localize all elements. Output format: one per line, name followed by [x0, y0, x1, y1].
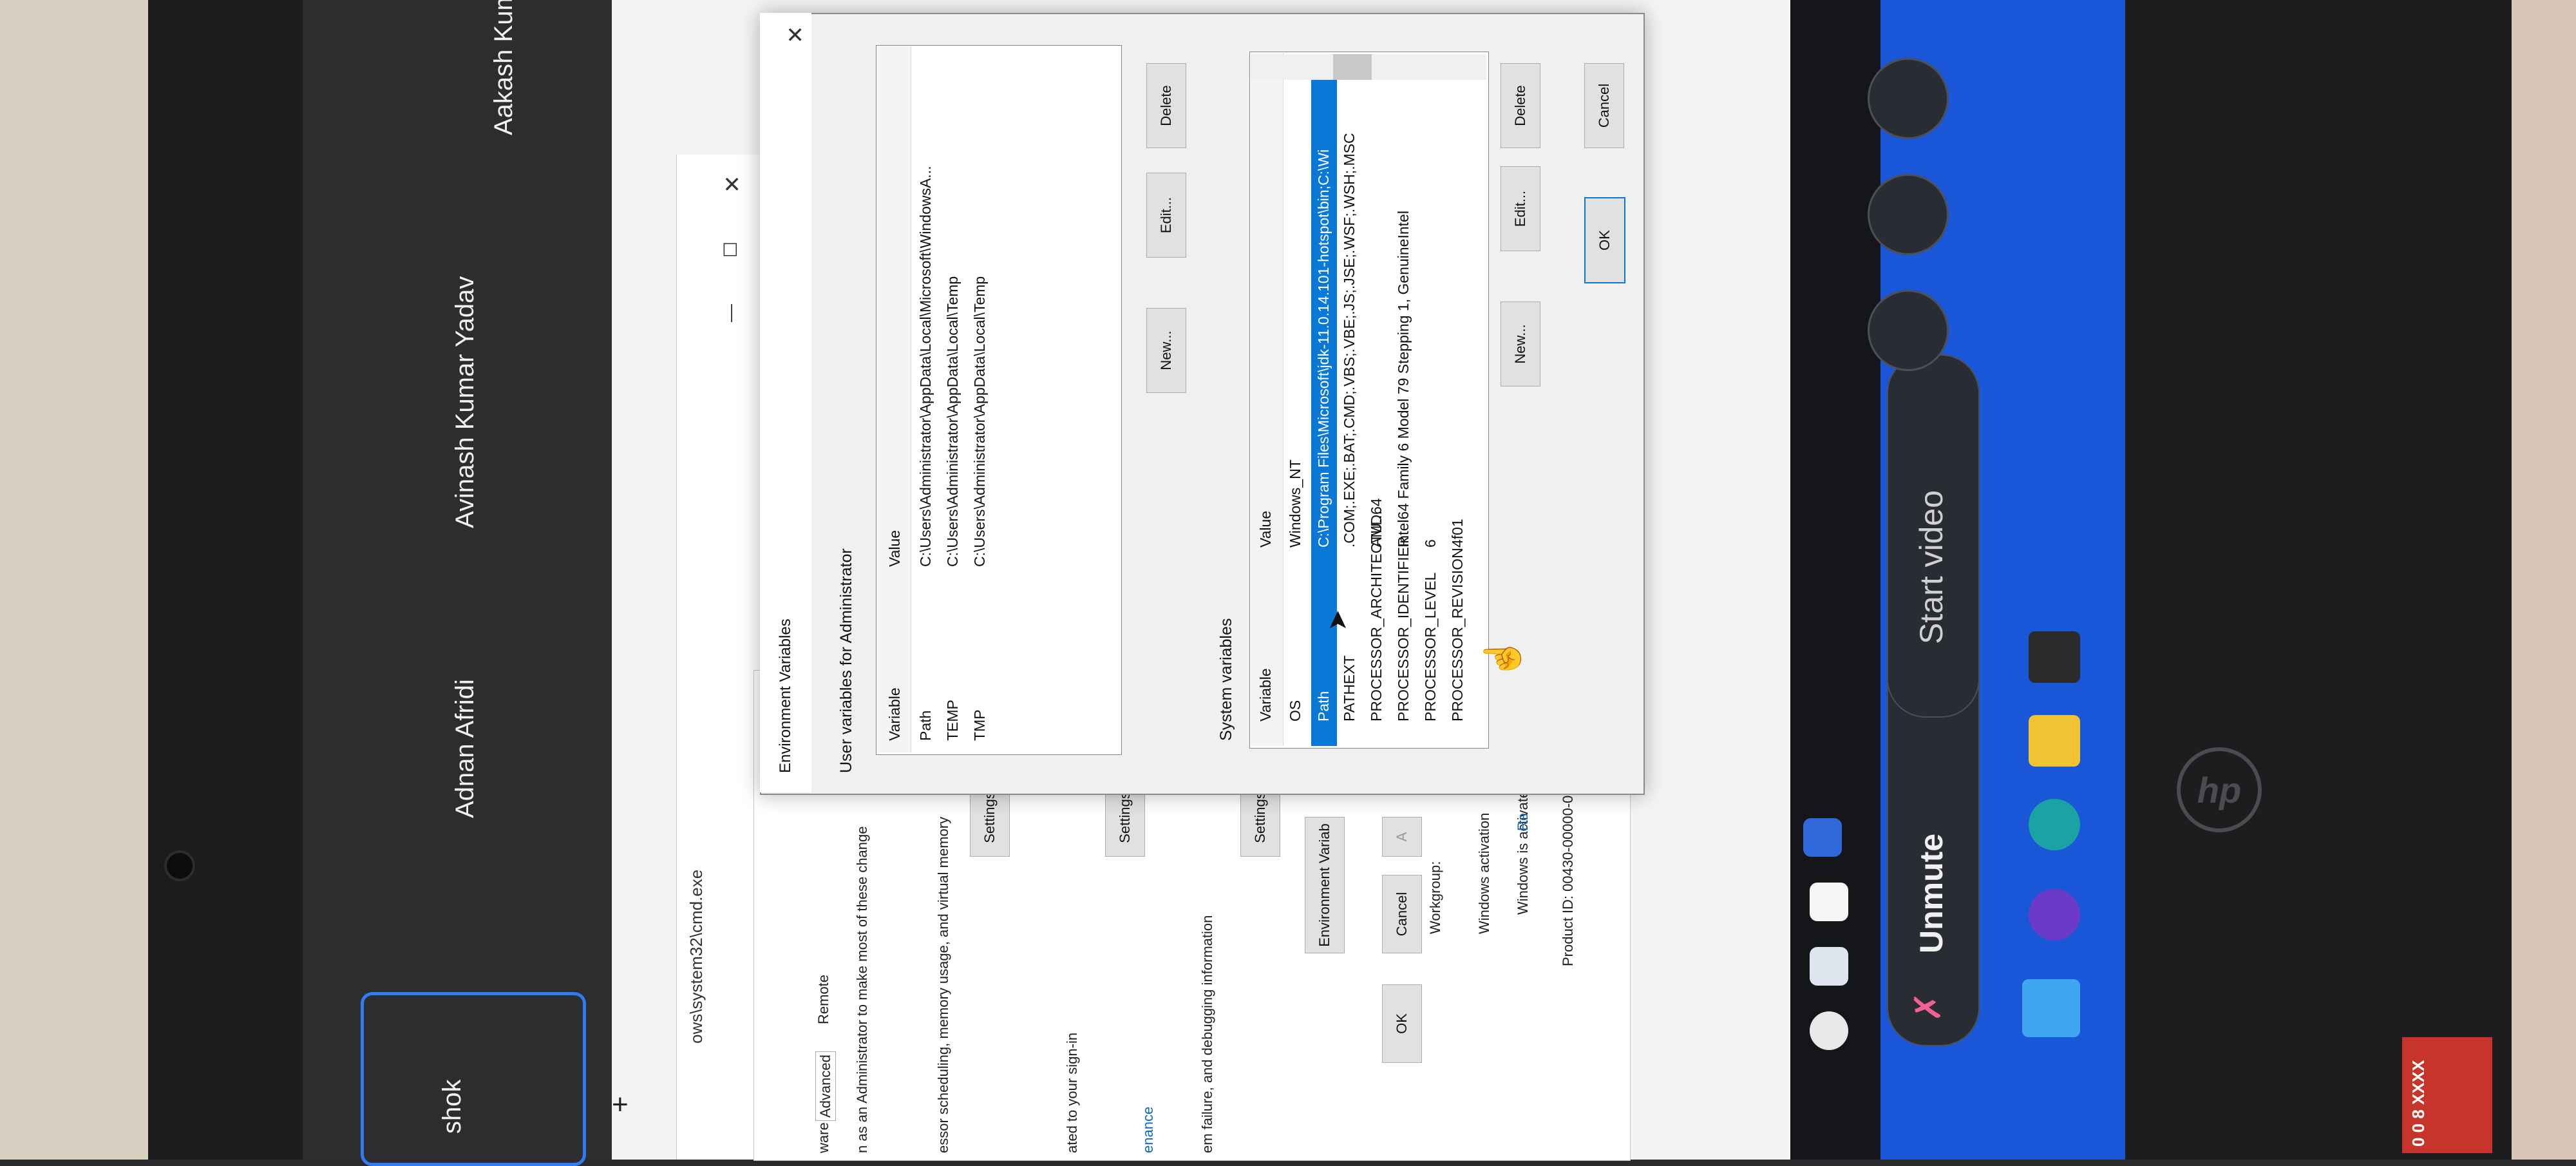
- workgroup-label: Workgroup:: [1427, 861, 1443, 934]
- close-icon[interactable]: ✕: [720, 175, 746, 194]
- user-var-name[interactable]: Path: [917, 711, 934, 741]
- desk-surface-right: [2512, 0, 2576, 1160]
- mouse-cursor-icon: ➤: [1323, 609, 1352, 631]
- user-var-value[interactable]: C:\Users\Administrator\AppData\Local\Tem…: [971, 276, 989, 567]
- user-variables-label: User variables for Administrator: [837, 548, 855, 773]
- laptop-bezel-bottom: [2125, 0, 2512, 1160]
- system-col-value[interactable]: Value: [1257, 511, 1274, 548]
- system-var-name[interactable]: PATHEXT: [1341, 655, 1358, 722]
- participant-name-2: Adnan Afridi: [451, 679, 479, 818]
- system-var-name[interactable]: PROCESSOR_IDENTIFIER: [1395, 536, 1412, 722]
- share-screen-button[interactable]: [1868, 290, 1949, 371]
- hp-logo: hp: [2177, 747, 2262, 832]
- folder-icon[interactable]: [2029, 715, 2080, 767]
- system-var-name-selected[interactable]: Path: [1315, 691, 1332, 722]
- user-variables-list[interactable]: [876, 45, 1122, 755]
- env-dialog-title: Environment Variables: [777, 618, 794, 773]
- desk-surface-left: [0, 0, 148, 1160]
- system-list-header: [1251, 53, 1283, 746]
- maximize-icon[interactable]: ☐: [720, 242, 741, 258]
- system-delete-button[interactable]: Delete: [1501, 63, 1540, 148]
- activation-heading: Windows activation: [1476, 812, 1492, 934]
- user-col-value[interactable]: Value: [886, 530, 904, 567]
- terminal-icon[interactable]: [2029, 631, 2080, 683]
- system-var-name[interactable]: OS: [1287, 700, 1304, 722]
- tab-remote[interactable]: Remote: [815, 975, 832, 1024]
- user-var-value[interactable]: C:\Users\Administrator\AppData\Local\Tem…: [944, 276, 961, 567]
- environment-variables-button[interactable]: Environment Variab: [1305, 817, 1345, 953]
- webcam: [164, 850, 195, 881]
- windows-start-icon[interactable]: [2022, 979, 2080, 1037]
- system-var-name[interactable]: PROCESSOR_LEVEL: [1422, 573, 1439, 722]
- system-var-value-selected[interactable]: C:\Program Files\Microsoft\jdk-11.0.14.1…: [1315, 149, 1332, 548]
- cmd-window-path: ows\system32\cmd.exe: [687, 869, 706, 1044]
- performance-description: essor scheduling, memory usage, and virt…: [935, 816, 951, 1153]
- profiles-description: ated to your sign-in: [1064, 1032, 1080, 1153]
- system-var-value[interactable]: Intel64 Family 6 Model 79 Stepping 1, Ge…: [1395, 211, 1412, 548]
- mic-off-icon: ✗: [1907, 991, 1948, 1022]
- user-var-name[interactable]: TMP: [971, 709, 989, 741]
- system-var-value[interactable]: .COM;.EXE;.BAT;.CMD;.VBS;.VBE;.JS;.JSE;.…: [1341, 133, 1358, 548]
- system-col-variable[interactable]: Variable: [1257, 668, 1274, 722]
- laptop-bezel-top: [148, 0, 303, 1160]
- user-new-button[interactable]: New...: [1146, 308, 1186, 393]
- raise-hand-button[interactable]: [1868, 174, 1949, 255]
- system-var-value[interactable]: 6: [1422, 539, 1439, 548]
- user-col-variable[interactable]: Variable: [886, 687, 904, 741]
- participant-tile-active[interactable]: [361, 992, 586, 1166]
- cmd-taskbar-icon[interactable]: [1803, 818, 1842, 857]
- env-ok-button[interactable]: OK: [1584, 197, 1625, 283]
- user-var-name[interactable]: TEMP: [944, 700, 961, 741]
- user-var-value[interactable]: C:\Users\Administrator\AppData\Local\Mic…: [917, 166, 934, 567]
- admin-note: n as an Administrator to make most of th…: [854, 826, 870, 1154]
- tab-hardware[interactable]: ware: [815, 1122, 832, 1153]
- system-variables-label: System variables: [1217, 618, 1235, 741]
- system-new-button[interactable]: New...: [1501, 301, 1540, 387]
- notepad-icon[interactable]: [1810, 883, 1848, 921]
- participant-name-1: shok: [438, 1079, 466, 1134]
- sysprops-ok-button[interactable]: OK: [1382, 984, 1422, 1063]
- sysprops-cancel-button[interactable]: Cancel: [1382, 875, 1422, 953]
- system-var-value[interactable]: AMD64: [1368, 498, 1385, 548]
- user-delete-button[interactable]: Delete: [1146, 63, 1186, 148]
- scrollbar-thumb[interactable]: [1333, 54, 1372, 80]
- close-icon[interactable]: ✕: [783, 26, 809, 44]
- new-tab-button[interactable]: +: [612, 1089, 629, 1121]
- file-explorer-icon[interactable]: [1810, 947, 1848, 986]
- reactions-button[interactable]: [1868, 58, 1949, 139]
- system-var-value[interactable]: Windows_NT: [1287, 459, 1304, 548]
- maintenance-link[interactable]: enance: [1140, 1107, 1157, 1153]
- participant-name-4: Aakash Kum: [489, 0, 518, 135]
- user-list-header: [877, 46, 911, 752]
- hand-cursor-icon: ☝: [1483, 636, 1522, 680]
- start-video-label[interactable]: Start video: [1913, 490, 1950, 644]
- activation-status: Windows is activated: [1515, 782, 1531, 915]
- user-edit-button[interactable]: Edit...: [1146, 173, 1186, 258]
- sysprops-apply-button[interactable]: A: [1382, 817, 1422, 857]
- env-cancel-button[interactable]: Cancel: [1584, 63, 1624, 148]
- taskbar-icons-strip: [1790, 0, 1880, 1160]
- tab-advanced[interactable]: Advanced: [815, 1051, 836, 1121]
- minimize-icon[interactable]: —: [720, 304, 741, 322]
- system-var-name[interactable]: PROCESSOR_REVISION: [1449, 548, 1466, 722]
- system-var-value[interactable]: 4f01: [1449, 519, 1466, 548]
- startup-description: em failure, and debugging information: [1199, 915, 1215, 1153]
- chrome-icon[interactable]: [1810, 1011, 1848, 1050]
- copilot-icon[interactable]: [2029, 889, 2080, 941]
- participant-name-3: Avinash Kumar Yadav: [451, 276, 479, 528]
- activation-link[interactable]: Re: [1515, 813, 1531, 831]
- edge-icon[interactable]: [2029, 799, 2080, 850]
- system-edit-button[interactable]: Edit...: [1501, 166, 1540, 251]
- product-id: Product ID: 00430-00000-0: [1560, 795, 1576, 966]
- laptop-sticker: 0 0 8 XXXX: [2402, 1037, 2492, 1153]
- unmute-label[interactable]: Unmute: [1913, 834, 1950, 953]
